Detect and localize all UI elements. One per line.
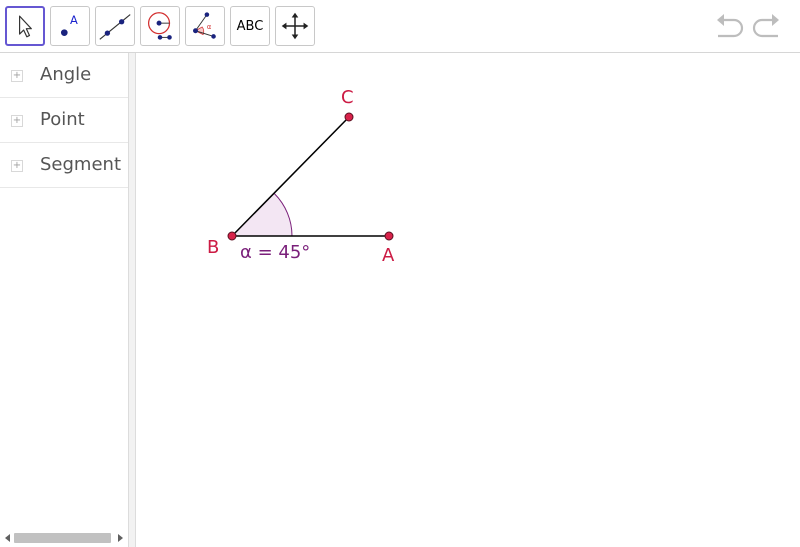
expand-icon[interactable]: + [11, 70, 23, 82]
angle-alpha-label: α = 45° [240, 242, 310, 263]
point-a[interactable] [384, 231, 394, 241]
circle-tool-button[interactable] [140, 6, 180, 46]
text-tool-button[interactable]: ABC [230, 6, 270, 46]
graphics-canvas[interactable]: A B C α = 45° [136, 53, 800, 547]
point-tool-button[interactable]: A [50, 6, 90, 46]
panel-splitter[interactable] [128, 53, 136, 547]
undo-button[interactable] [714, 12, 746, 40]
point-c-label: C [341, 87, 354, 108]
text-icon: ABC [236, 18, 264, 34]
point-a-label: A [382, 245, 395, 266]
line-tool-button[interactable] [95, 6, 135, 46]
algebra-item-point[interactable]: + Point [0, 98, 128, 143]
svg-text:A: A [70, 13, 78, 27]
point-b[interactable] [227, 231, 237, 241]
svg-text:α: α [207, 23, 212, 31]
move-graphics-view-button[interactable] [275, 6, 315, 46]
angle-alpha-sector[interactable] [232, 193, 292, 236]
segment-bc[interactable] [231, 116, 350, 237]
graphics-view[interactable]: A B C α = 45° [136, 53, 800, 547]
expand-icon[interactable]: + [11, 160, 23, 172]
expand-icon[interactable]: + [11, 115, 23, 127]
angle-icon: α [193, 12, 216, 39]
algebra-item-angle[interactable]: + Angle [0, 53, 128, 98]
angle-tool-button[interactable]: α [185, 6, 225, 46]
move-graphics-view-icon [281, 12, 309, 40]
cursor-arrow-icon [19, 15, 32, 38]
algebra-item-label: Segment [40, 154, 121, 175]
point-b-label: B [207, 237, 219, 258]
scroll-left-arrow-icon[interactable] [5, 534, 10, 542]
algebra-item-segment[interactable]: + Segment [0, 143, 128, 188]
circle-center-point-icon [147, 12, 172, 40]
point-c[interactable] [344, 112, 354, 122]
algebra-horizontal-scrollbar[interactable] [0, 530, 128, 547]
algebra-view: + Angle + Point + Segment [0, 53, 128, 530]
redo-icon [752, 14, 779, 38]
algebra-item-label: Point [40, 109, 85, 130]
undo-icon [717, 14, 744, 38]
line-through-two-points-icon [99, 14, 131, 40]
scroll-right-arrow-icon[interactable] [118, 534, 123, 542]
scrollbar-thumb[interactable] [14, 533, 111, 543]
toolbar: A α ABC [0, 0, 800, 53]
point-icon: A [60, 13, 78, 36]
move-tool-button[interactable] [5, 6, 45, 46]
algebra-item-label: Angle [40, 64, 92, 85]
redo-button[interactable] [750, 12, 782, 40]
